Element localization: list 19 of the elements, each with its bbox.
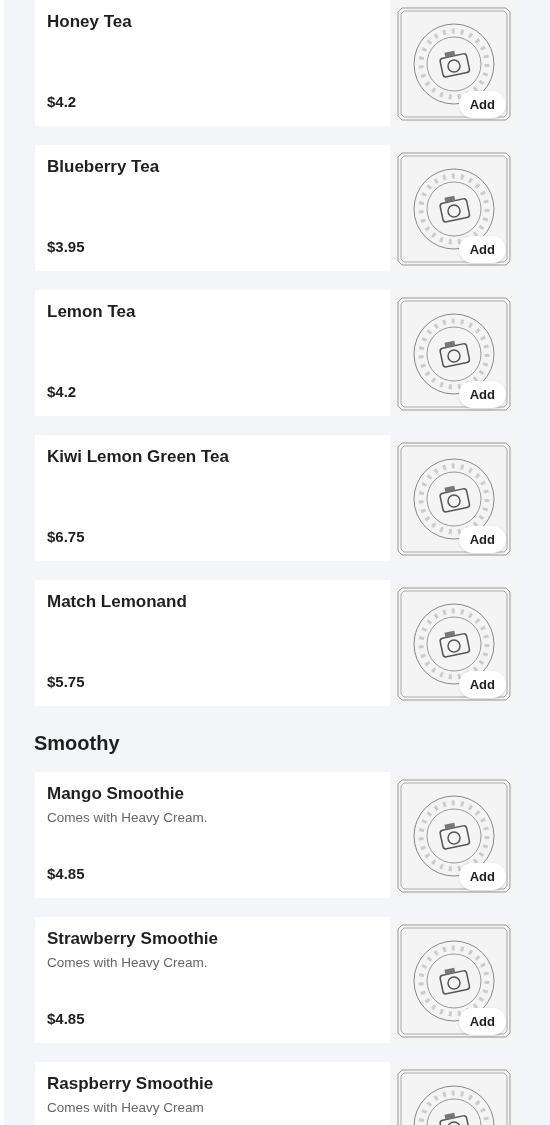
item-name: Blueberry Tea xyxy=(47,157,161,177)
item-description: Comes with Heavy Cream xyxy=(47,1100,205,1115)
item-name: Raspberry Smoothie xyxy=(47,1074,215,1094)
item-description: Comes with Heavy Cream. xyxy=(47,810,209,825)
item-name: Lemon Tea xyxy=(47,302,137,322)
item-name: Honey Tea xyxy=(47,12,133,32)
item-name: Match Lemonand xyxy=(47,592,188,612)
item-name: Mango Smoothie xyxy=(47,784,185,804)
item-price: $6.75 xyxy=(47,528,86,545)
item-price: $3.95 xyxy=(47,238,86,255)
item-price: $4.2 xyxy=(47,383,78,400)
item-name: Strawberry Smoothie xyxy=(47,929,219,949)
item-price: $4.2 xyxy=(47,93,78,110)
item-name: Kiwi Lemon Green Tea xyxy=(47,447,230,467)
section-title: Smoothy xyxy=(34,732,121,755)
item-price: $4.85 xyxy=(47,1010,86,1027)
item-price: $5.75 xyxy=(47,673,86,690)
item-description: Comes with Heavy Cream. xyxy=(47,955,209,970)
item-price: $4.85 xyxy=(47,865,86,882)
